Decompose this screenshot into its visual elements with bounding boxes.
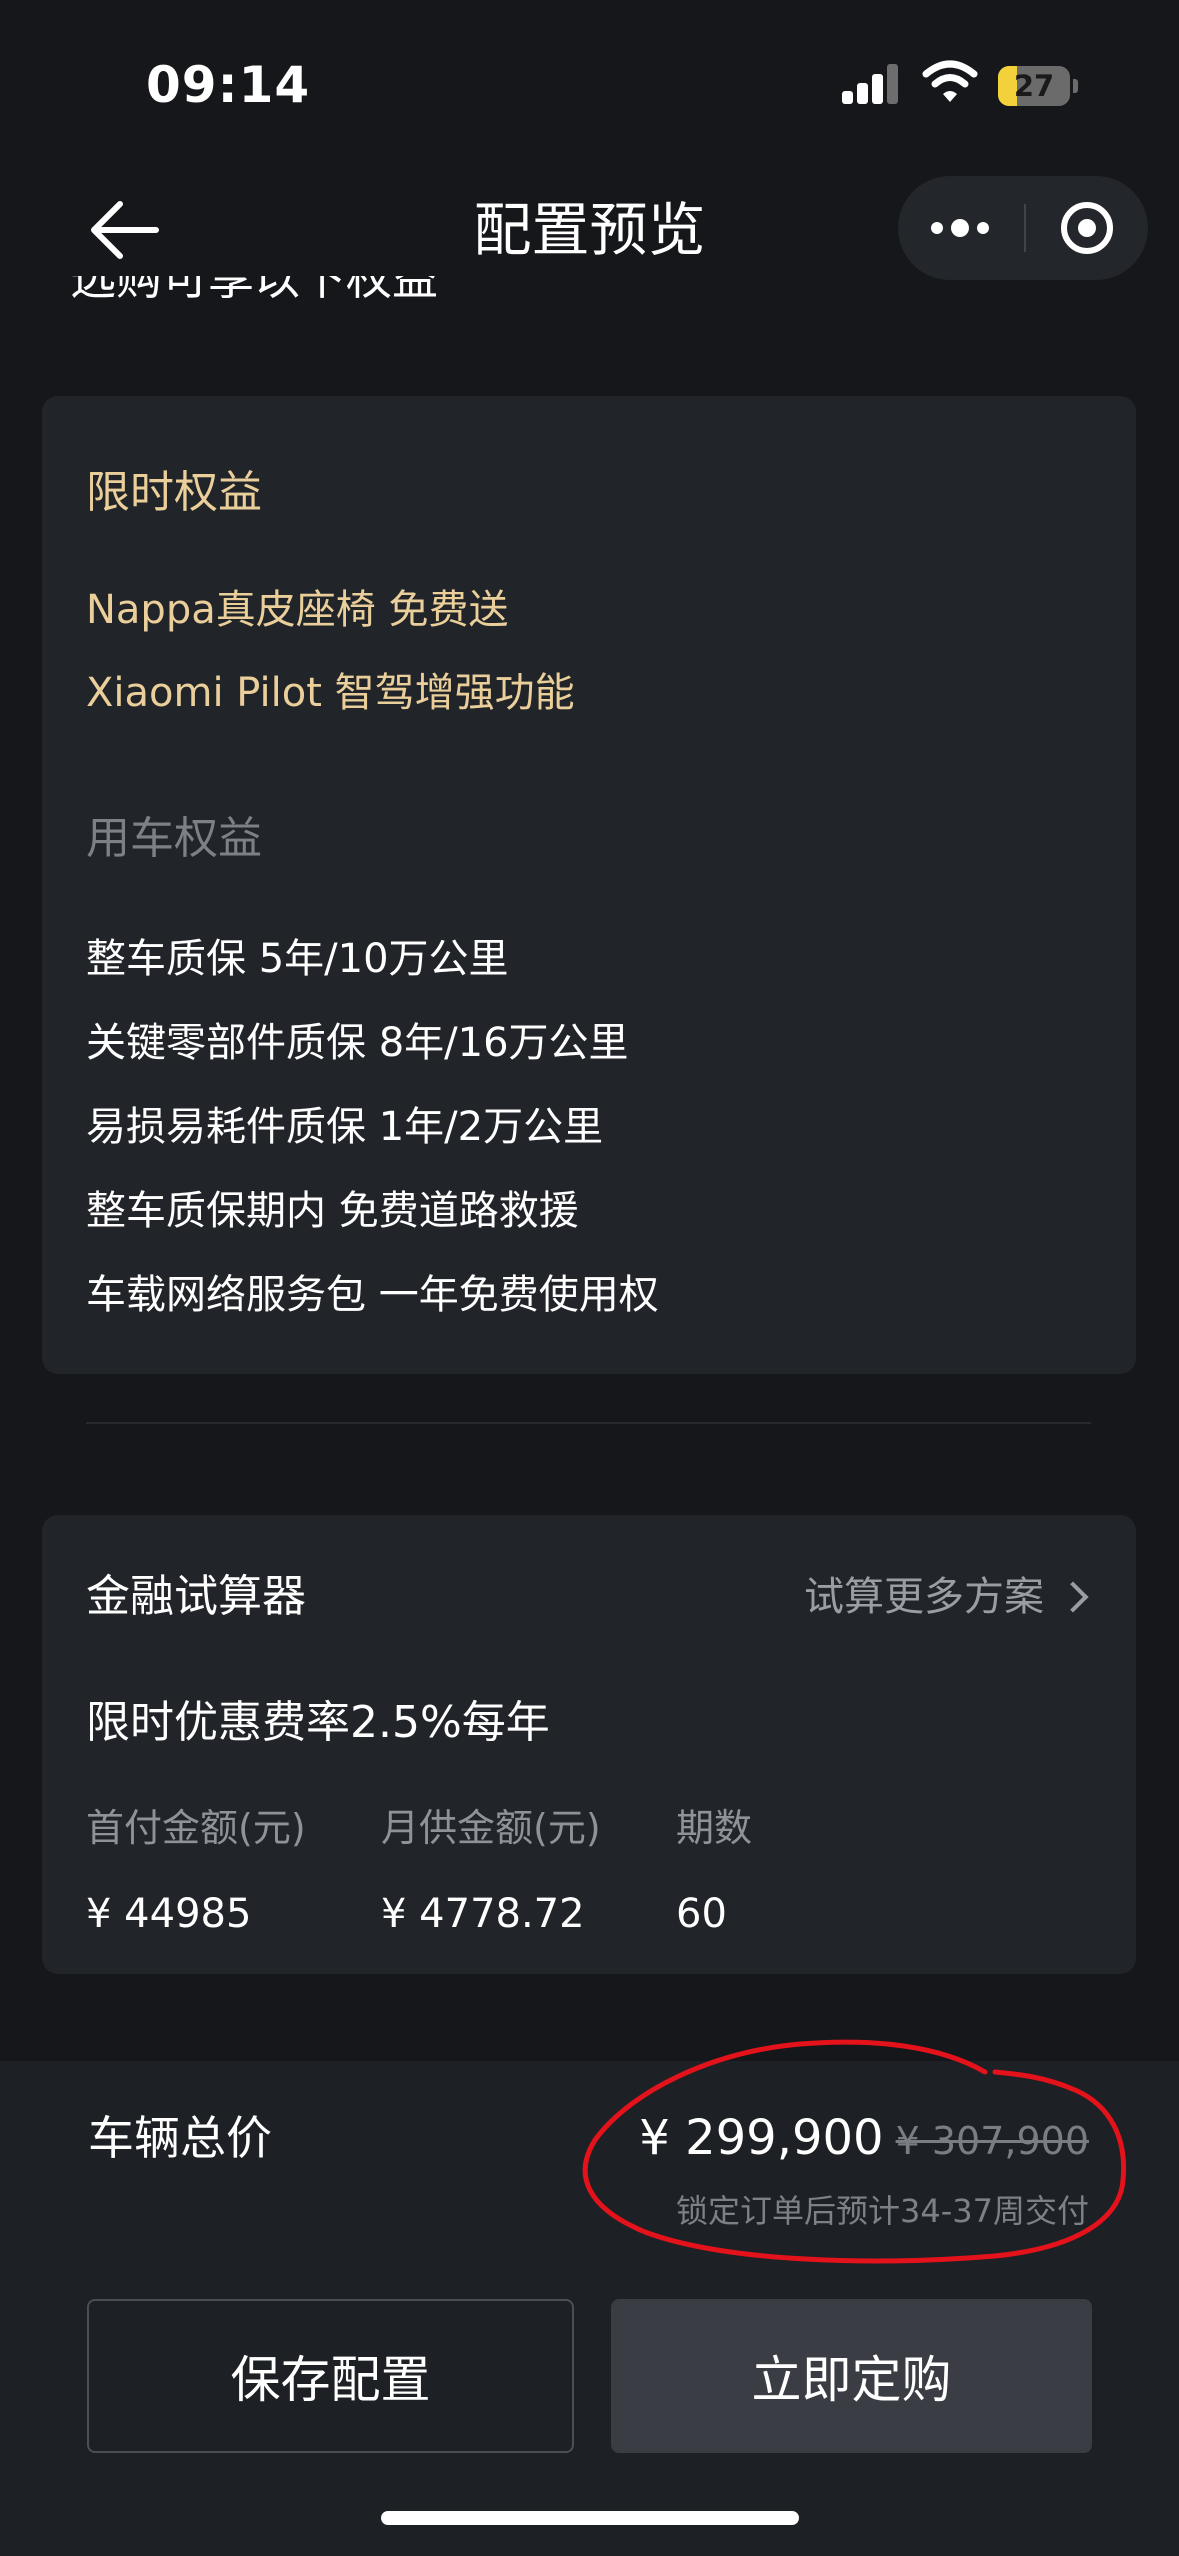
section-divider — [86, 1422, 1091, 1424]
vehicle-benefit-item: 整车质保期内 免费道路救援 — [86, 1188, 579, 1234]
chevron-right-icon — [1057, 1581, 1089, 1613]
home-indicator — [381, 2511, 799, 2525]
finance-title: 金融试算器 — [86, 1571, 306, 1622]
status-bar: 09:14 27 — [0, 0, 1179, 170]
down-payment-value: ¥ 44985 — [86, 1891, 252, 1937]
save-config-button[interactable]: 保存配置 — [87, 2299, 574, 2453]
wifi-icon — [922, 60, 978, 102]
status-time: 09:14 — [146, 56, 311, 114]
more-dots-icon — [931, 222, 943, 234]
term-value: 60 — [676, 1891, 727, 1937]
benefits-card: 限时权益 Nappa真皮座椅 免费送 Xiaomi Pilot 智驾增强功能 用… — [42, 396, 1136, 1374]
more-plans-label: 试算更多方案 — [804, 1574, 1044, 1620]
more-button[interactable] — [898, 176, 1022, 280]
total-price-label: 车辆总价 — [88, 2111, 272, 2165]
scrolled-heading: 选购可享以下权益 — [70, 276, 630, 322]
close-miniprogram-button[interactable] — [1026, 176, 1148, 280]
mini-program-capsule — [898, 176, 1148, 280]
limited-benefits-title: 限时权益 — [86, 467, 262, 518]
vehicle-benefit-item: 整车质保 5年/10万公里 — [86, 936, 509, 982]
page: 09:14 27 配置预览 选购可享以下权益 限时权益 Nappa真皮座椅 免费… — [0, 0, 1179, 2556]
order-now-button[interactable]: 立即定购 — [611, 2299, 1092, 2453]
vehicle-benefit-item: 关键零部件质保 8年/16万公里 — [86, 1020, 629, 1066]
red-annotation-circle — [582, 2039, 1127, 2264]
vehicle-benefit-item: 车载网络服务包 一年免费使用权 — [86, 1272, 659, 1318]
monthly-payment-label: 月供金额(元) — [381, 1806, 601, 1850]
more-plans-link[interactable]: 试算更多方案 — [804, 1567, 1092, 1627]
target-icon — [1061, 202, 1113, 254]
rate-text: 限时优惠费率2.5%每年 — [86, 1697, 550, 1748]
vehicle-benefit-item: 易损易耗件质保 1年/2万公里 — [86, 1104, 604, 1150]
vehicle-benefits-title: 用车权益 — [86, 813, 262, 864]
finance-calculator-card: 金融试算器 试算更多方案 限时优惠费率2.5%每年 首付金额(元) 月供金额(元… — [42, 1515, 1136, 1974]
cellular-signal-icon — [842, 64, 900, 104]
monthly-payment-value: ¥ 4778.72 — [381, 1891, 585, 1937]
limited-benefit-item: Xiaomi Pilot 智驾增强功能 — [86, 670, 575, 716]
down-payment-label: 首付金额(元) — [86, 1806, 306, 1850]
battery-percent: 27 — [1013, 69, 1055, 103]
battery-icon: 27 — [998, 66, 1078, 106]
scrolled-heading-text: 选购可享以下权益 — [70, 276, 438, 305]
limited-benefit-item: Nappa真皮座椅 免费送 — [86, 587, 509, 633]
term-label: 期数 — [676, 1806, 753, 1850]
